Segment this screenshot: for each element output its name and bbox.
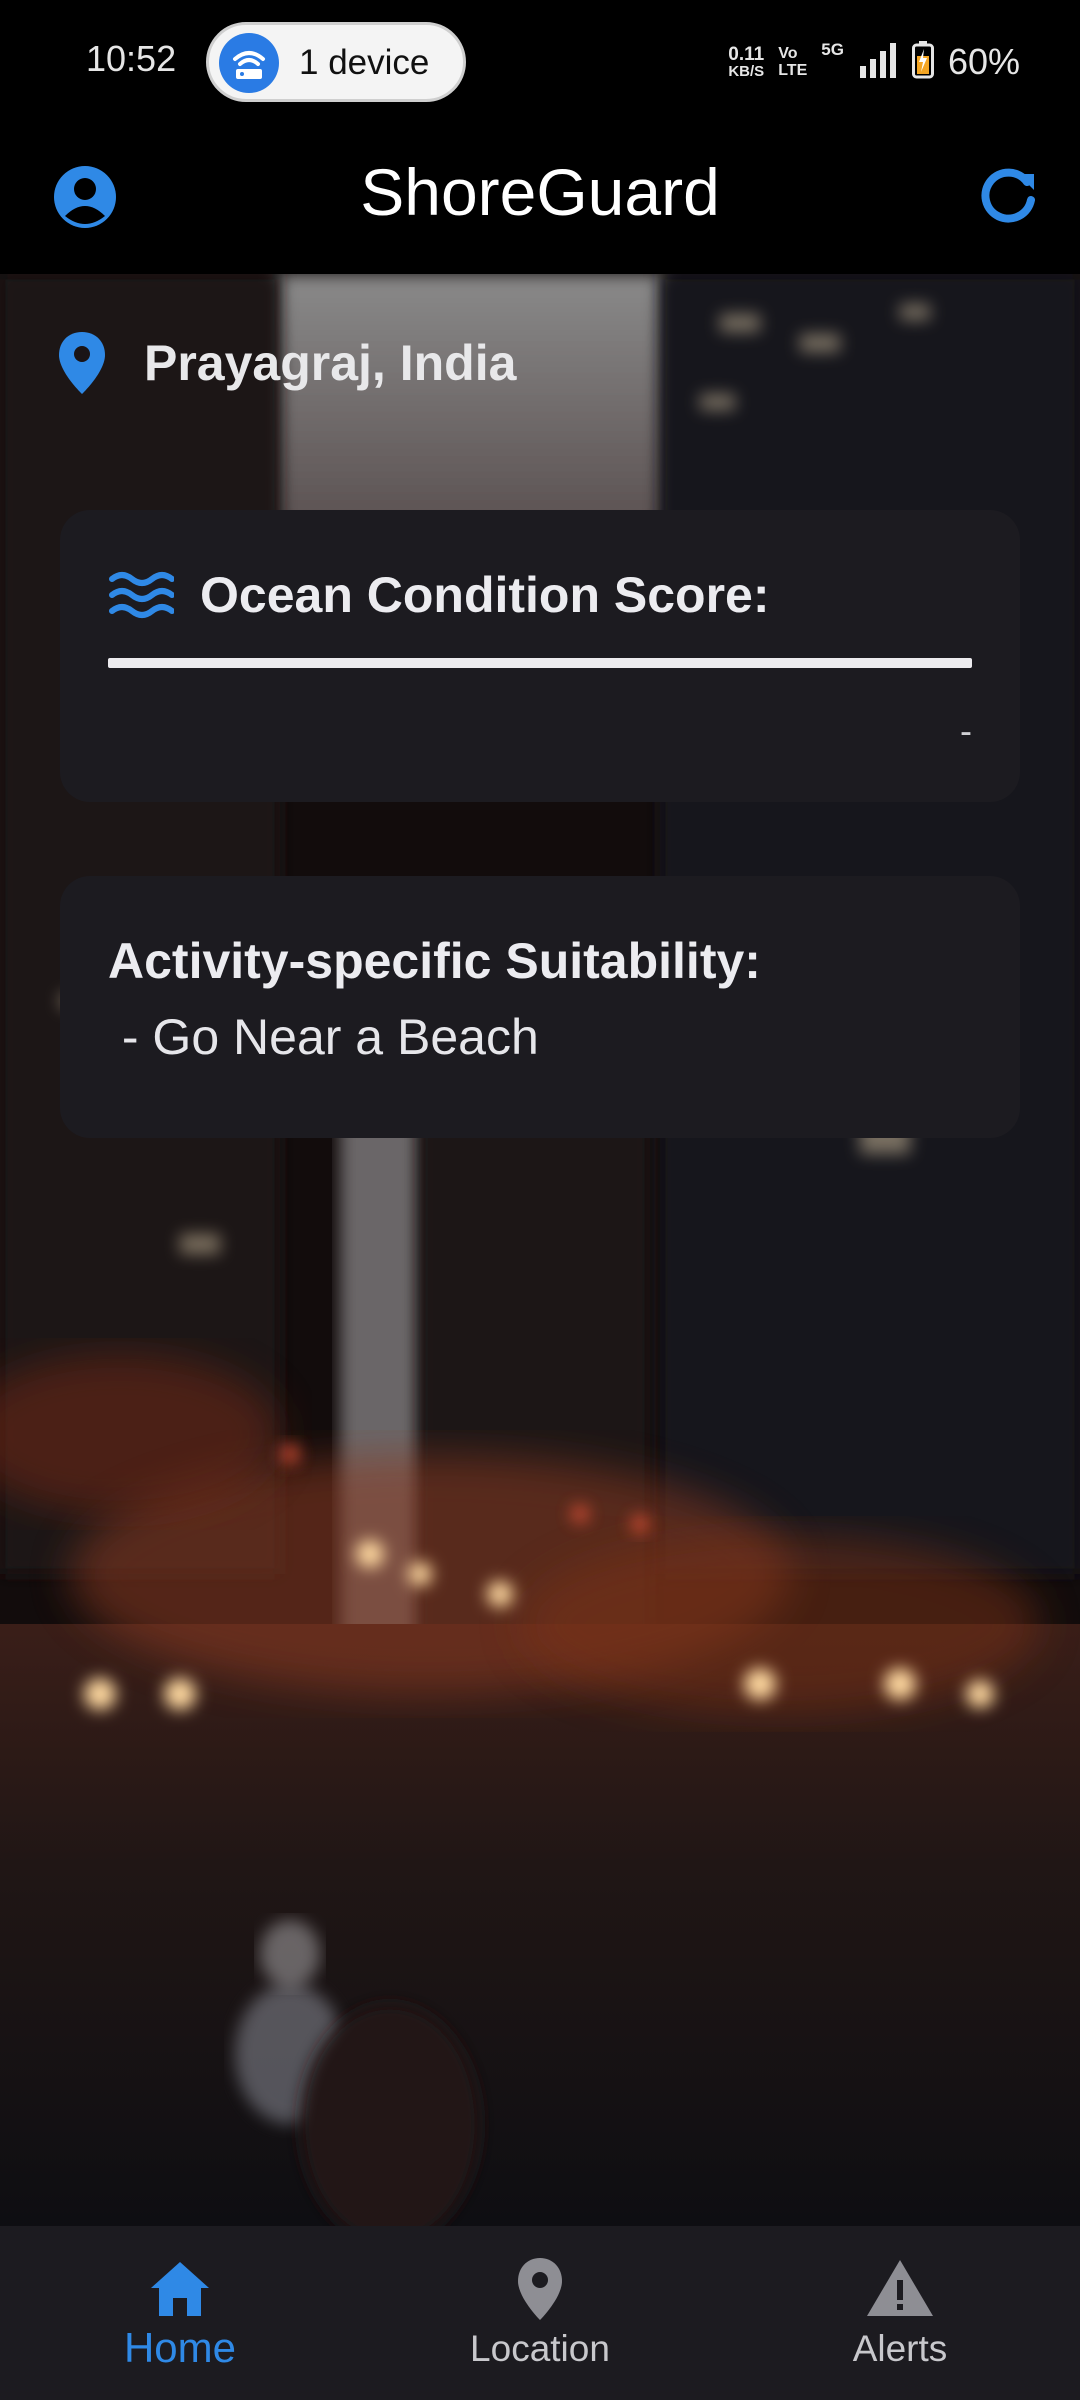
signal-icon (858, 42, 898, 83)
nav-location[interactable]: Location (360, 2226, 720, 2400)
waves-icon (109, 572, 174, 618)
nav-alerts[interactable]: Alerts (720, 2226, 1080, 2400)
status-time: 10:52 (86, 38, 177, 79)
network-speed-value: 0.11 (728, 43, 765, 65)
ocean-score-title: Ocean Condition Score: (200, 567, 770, 623)
activity-suitability-card: Activity-specific Suitability: - Go Near… (60, 876, 1020, 1138)
volte-bottom: LTE (778, 62, 808, 79)
volte-top: Vo (778, 45, 798, 62)
network-type: 5G (821, 40, 844, 59)
app-title: ShoreGuard (360, 155, 720, 229)
hotspot-chip[interactable]: 1 device (206, 22, 466, 102)
ocean-score-progress (108, 658, 972, 668)
nav-location-label: Location (470, 2328, 610, 2369)
hotspot-label: 1 device (299, 43, 430, 82)
location-pin-icon (59, 332, 105, 394)
activity-title: Activity-specific Suitability: (108, 933, 761, 989)
nav-home-label: Home (123, 2324, 237, 2371)
nav-alerts-label: Alerts (852, 2328, 948, 2369)
activity-item: - Go Near a Beach (108, 1009, 539, 1065)
hotspot-icon (219, 33, 279, 93)
ocean-score-header: Ocean Condition Score: (108, 566, 770, 624)
ocean-score-value: - (960, 710, 972, 751)
nav-home[interactable]: Home (0, 2226, 360, 2400)
current-location: Prayagraj, India (56, 328, 516, 398)
warning-icon (867, 2260, 933, 2316)
app-bar: ShoreGuard (0, 126, 1080, 274)
ocean-score-card: Ocean Condition Score: - (60, 510, 1020, 802)
status-indicators: 0.11 KB/S Vo LTE 5G 60% (728, 38, 1020, 86)
refresh-icon (981, 168, 1035, 223)
location-name: Prayagraj, India (144, 335, 517, 391)
location-pin-icon (518, 2258, 562, 2320)
network-speed-unit: KB/S (728, 62, 765, 80)
volte-indicator: Vo LTE (778, 45, 807, 79)
bottom-navigation: Home Location Alerts (0, 2226, 1080, 2400)
home-icon (151, 2262, 209, 2316)
battery-percent: 60% (947, 41, 1020, 82)
network-speed: 0.11 KB/S (728, 45, 764, 80)
refresh-button[interactable] (972, 160, 1044, 232)
status-bar: 10:52 1 device 0.11 KB/S Vo LTE 5G 60% (0, 0, 1080, 126)
ocean-score-progress-fill (108, 658, 972, 668)
battery-icon (911, 40, 934, 84)
